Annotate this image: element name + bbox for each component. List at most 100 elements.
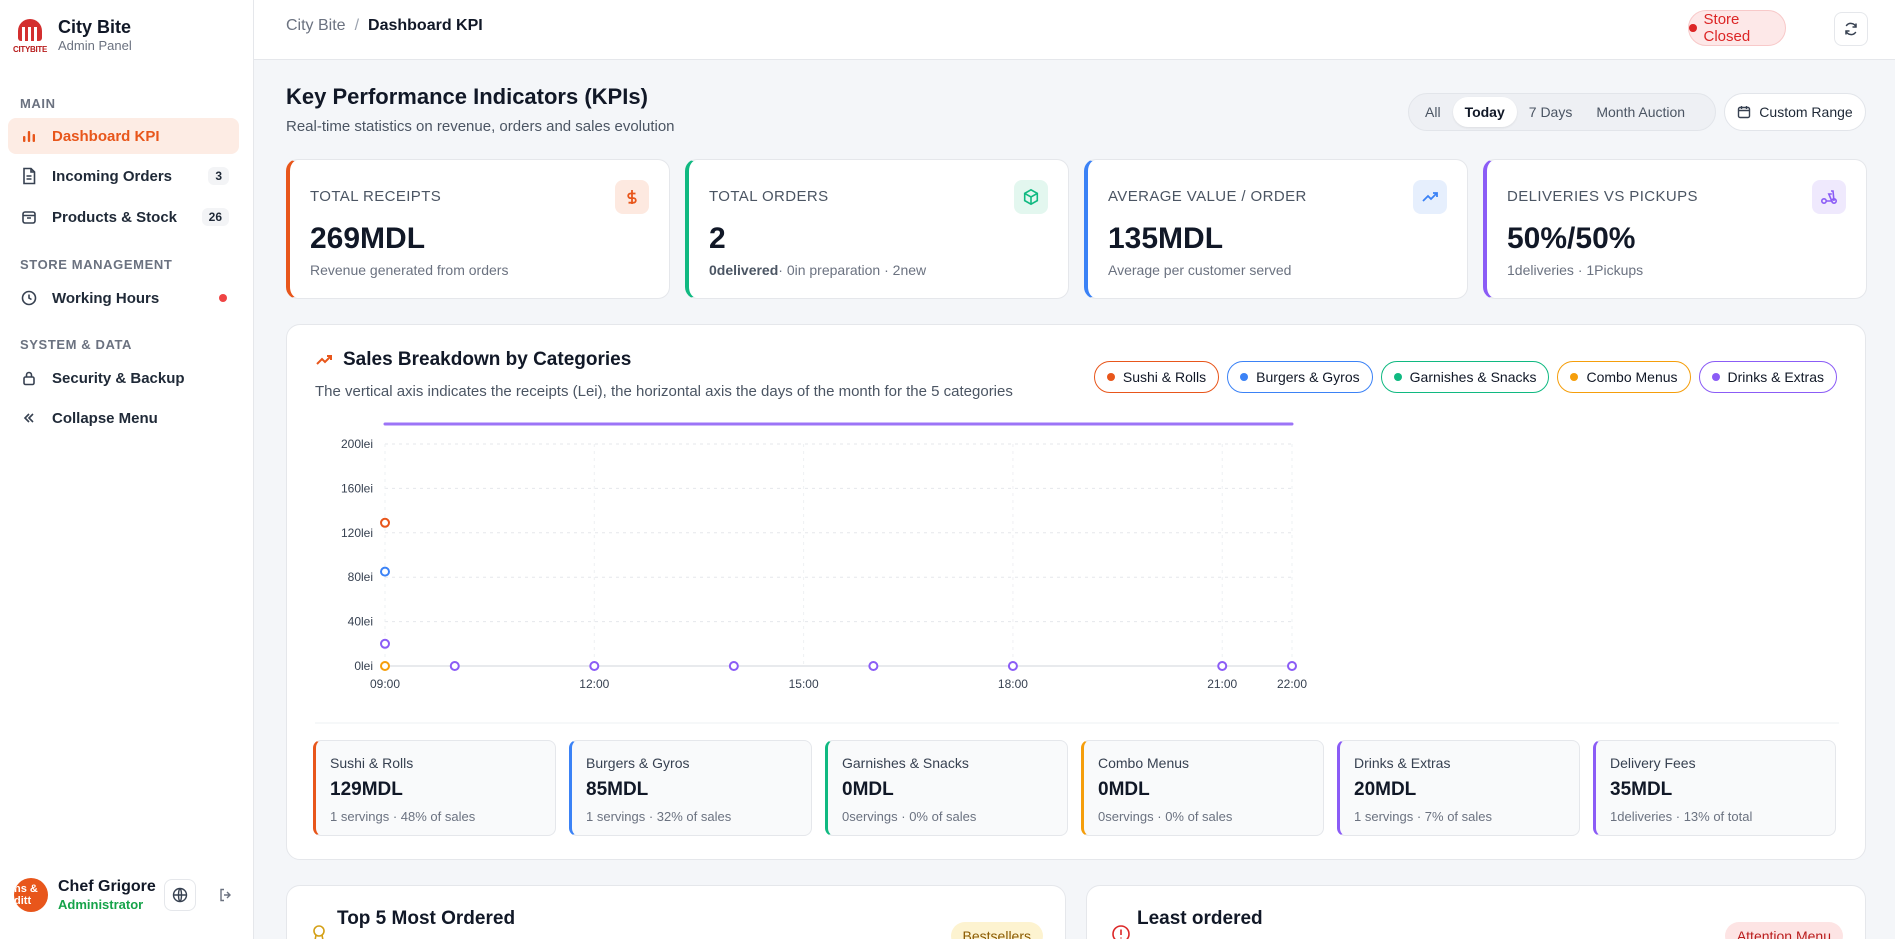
kpi-note-strong: 0delivered: [709, 262, 779, 278]
scooter-icon: [1812, 180, 1846, 214]
least-ordered-title: Least ordered: [1137, 908, 1263, 929]
sidebar-item-incoming-orders[interactable]: Incoming Orders 3: [8, 158, 239, 194]
bestsellers-badge: Bestsellers: [950, 922, 1043, 939]
y-tick-label: 120lei: [341, 526, 373, 540]
filter-today[interactable]: Today: [1452, 97, 1517, 127]
filter-7-days[interactable]: 7 Days: [1517, 97, 1585, 127]
brand[interactable]: CITYBITE City Bite Admin Panel: [12, 12, 242, 58]
status-dot: [219, 294, 227, 302]
breadcrumb-current: Dashboard KPI: [368, 17, 483, 34]
y-tick-label: 200lei: [341, 437, 373, 451]
category-card-sushi-rolls: Sushi & Rolls 129MDL 1 servings · 48% of s…: [313, 740, 556, 836]
section-store-management: STORE MANAGEMENT: [20, 257, 173, 272]
kpi-value: 269MDL: [310, 222, 426, 255]
sidebar-item-working-hours[interactable]: Working Hours: [8, 280, 239, 316]
kpi-note-rest: · 0in preparation · 2new: [778, 262, 927, 278]
y-tick-label: 40lei: [348, 615, 373, 629]
language-button[interactable]: [164, 879, 196, 911]
category-card-combo-menus: Combo Menus 0MDL 0servings · 0% of sales: [1081, 740, 1324, 836]
trending-up-icon: [1413, 180, 1447, 214]
data-point: [380, 661, 390, 671]
section-system-data: SYSTEM & DATA: [20, 337, 133, 352]
breadcrumb: City Bite / Dashboard KPI: [286, 17, 483, 35]
city-bite-logo: CITYBITE: [12, 15, 48, 55]
collapse-menu-button[interactable]: Collapse Menu: [8, 400, 239, 436]
page-title: Key Performance Indicators (KPIs): [286, 84, 648, 109]
sidebar: CITYBITE City Bite Admin Panel MAIN Dash…: [0, 0, 254, 939]
data-point: [380, 638, 390, 649]
filter-month-auction[interactable]: Month Auction: [1584, 97, 1697, 127]
package-icon: [1014, 180, 1048, 214]
x-tick-label: 18:00: [998, 677, 1028, 691]
logout-button[interactable]: [210, 879, 242, 911]
filter-all[interactable]: All: [1413, 97, 1453, 127]
page-subtitle: Real-time statistics on revenue, orders …: [286, 118, 675, 135]
store-status-badge[interactable]: Store Closed: [1688, 10, 1786, 46]
brand-subtitle: Admin Panel: [58, 37, 132, 53]
refresh-button[interactable]: [1834, 12, 1868, 46]
custom-range-button[interactable]: Custom Range: [1724, 93, 1866, 131]
kpi-note: Revenue generated from orders: [310, 262, 509, 278]
top-5-title: Top 5 Most Ordered: [337, 908, 516, 929]
data-point: [868, 661, 879, 671]
category-card-garnishes-snacks: Garnishes & Snacks 0MDL 0servings · 0% of …: [825, 740, 1068, 836]
top-5-most-ordered-card: Top 5 Most Ordered Bestsellers: [286, 885, 1066, 939]
dollar-icon: [615, 180, 649, 214]
bar-chart-icon: [20, 127, 38, 145]
x-tick-label: 22:00: [1277, 677, 1307, 691]
sidebar-item-dashboard-kpi[interactable]: Dashboard KPI: [8, 118, 239, 154]
sidebar-item-label: Incoming Orders: [52, 167, 173, 185]
x-tick-label: 09:00: [370, 677, 400, 691]
data-point: [449, 661, 460, 671]
kpi-label: AVERAGE VALUE / ORDER: [1108, 188, 1307, 205]
kpi-deliveries-vs-pickups: DELIVERIES VS PICKUPS 50%/50% 1deliverie…: [1483, 159, 1867, 299]
x-tick-label: 12:00: [579, 677, 609, 691]
sidebar-item-products-stock[interactable]: Products & Stock 26: [8, 199, 239, 235]
kpi-note: 1deliveries · 1Pickups: [1507, 262, 1644, 278]
logout-icon: [220, 888, 231, 902]
double-chevron-left-icon: [20, 409, 38, 427]
user-role: Administrator: [58, 896, 144, 912]
orders-count-badge: 3: [208, 167, 229, 185]
sidebar-item-label: Security & Backup: [52, 369, 185, 387]
lock-icon: [20, 369, 38, 387]
period-filter: All Today 7 Days Month Auction: [1408, 93, 1716, 131]
breadcrumb-separator: /: [354, 17, 360, 34]
alert-circle-icon: [1111, 924, 1131, 939]
store-status-label: Store Closed: [1703, 11, 1751, 45]
breadcrumb-root[interactable]: City Bite: [286, 17, 346, 35]
topbar: City Bite / Dashboard KPI Store Closed: [254, 0, 1895, 60]
user-name: Chef Grigore: [58, 877, 156, 895]
kpi-value: 135MDL: [1108, 222, 1224, 255]
kpi-note: Average per customer served: [1108, 262, 1292, 278]
refresh-icon: [1845, 22, 1857, 36]
document-icon: [20, 167, 38, 185]
kpi-label: DELIVERIES VS PICKUPS: [1507, 188, 1698, 205]
products-count-badge: 26: [201, 208, 229, 226]
kpi-value: 2: [709, 222, 726, 255]
category-card-delivery-fees: Delivery Fees 35MDL 1deliveries · 13% of t…: [1593, 740, 1836, 836]
box-icon: [20, 208, 38, 226]
sidebar-item-security-backup[interactable]: Security & Backup: [8, 360, 239, 396]
data-point: [380, 517, 390, 528]
data-point: [1287, 661, 1297, 671]
data-point: [1007, 661, 1018, 671]
x-tick-label: 15:00: [789, 677, 819, 691]
attention-menu-badge: Attention Menu: [1724, 922, 1843, 939]
kpi-total-receipts: TOTAL RECEIPTS 269MDL Revenue generated …: [286, 159, 670, 299]
calendar-icon: [1737, 105, 1751, 119]
brand-name: City Bite: [58, 16, 132, 37]
section-main: MAIN: [20, 96, 56, 111]
kpi-label: TOTAL RECEIPTS: [310, 188, 442, 205]
sales-breakdown-panel: Sales Breakdown by Categories The vertic…: [286, 324, 1866, 860]
data-point: [589, 661, 600, 671]
avatar[interactable]: ns & ditt: [14, 878, 48, 912]
sidebar-item-label: Products & Stock: [52, 208, 178, 226]
custom-range-label: Custom Range: [1759, 104, 1853, 120]
kpi-total-orders: TOTAL ORDERS 2 0delivered· 0in preparati…: [685, 159, 1069, 299]
data-point: [380, 566, 390, 577]
user-profile: ns & ditt Chef Grigore Administrator: [14, 873, 244, 917]
sales-chart: 0lei 40lei 80lei 120lei 160lei 200lei 09:00 12:…: [315, 422, 1839, 724]
clock-icon: [20, 289, 38, 307]
category-card-burgers-gyros: Burgers & Gyros 85MDL 1 servings · 32% of …: [569, 740, 812, 836]
